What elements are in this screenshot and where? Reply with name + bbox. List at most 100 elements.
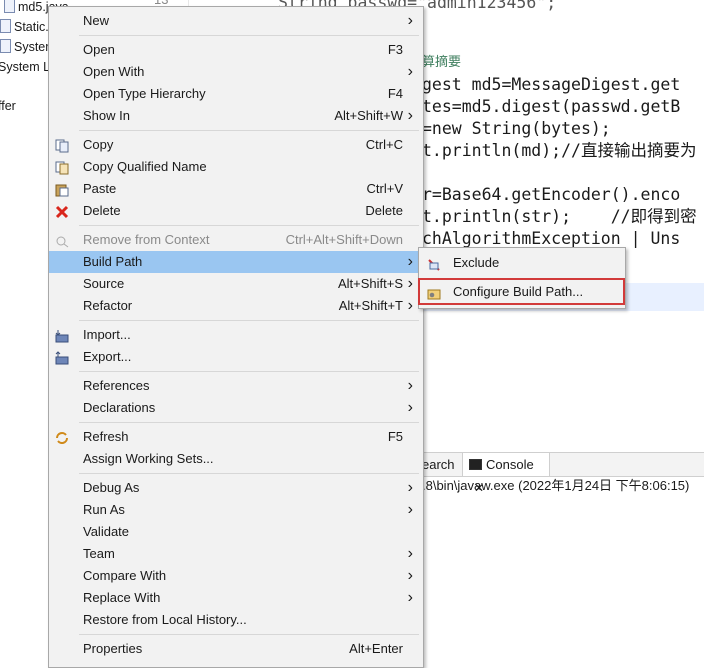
code-line: t.println(md);//直接输出摘要为 xyxy=(422,141,697,160)
menu-item-restore-from-local-history[interactable]: Restore from Local History... xyxy=(49,609,423,631)
menu-item-delete[interactable]: Delete Delete xyxy=(49,200,423,222)
explorer-item-static[interactable]: Static.j xyxy=(0,17,52,37)
menu-item-references[interactable]: References › xyxy=(49,375,423,397)
menu-item-open[interactable]: Open F3 xyxy=(49,39,423,61)
menu-item-refactor[interactable]: Refactor Alt+Shift+T › xyxy=(49,295,423,317)
menu-item-shortcut: Ctrl+Alt+Shift+Down xyxy=(285,232,403,247)
remove-context-icon xyxy=(55,233,69,248)
menu-separator xyxy=(79,473,419,474)
menu-item-label: Debug As xyxy=(83,480,140,495)
menu-item-new[interactable]: New › xyxy=(49,10,423,32)
menu-item-label: Open With xyxy=(83,64,145,79)
menu-separator xyxy=(79,422,419,423)
menu-separator xyxy=(79,130,419,131)
chevron-right-icon: › xyxy=(407,63,413,80)
java-file-icon xyxy=(4,0,15,13)
menu-item-shortcut: Alt+Enter xyxy=(349,641,403,656)
chevron-right-icon: › xyxy=(407,501,413,518)
menu-item-assign-working-sets[interactable]: Assign Working Sets... xyxy=(49,448,423,470)
menu-item-debug-as[interactable]: Debug As › xyxy=(49,477,423,499)
menu-item-label: Properties xyxy=(83,641,143,656)
code-line: gest md5=MessageDigest.get xyxy=(422,75,681,94)
delete-icon xyxy=(55,204,69,219)
menu-item-validate[interactable]: Validate xyxy=(49,521,423,543)
java-file-icon xyxy=(0,19,11,33)
menu-item-label: Validate xyxy=(83,524,130,539)
explorer-item-label: System L xyxy=(0,60,51,74)
menu-item-declarations[interactable]: Declarations › xyxy=(49,397,423,419)
menu-item-properties[interactable]: Properties Alt+Enter xyxy=(49,638,423,660)
chevron-right-icon: › xyxy=(407,589,413,606)
menu-item-label: Remove from Context xyxy=(83,232,210,247)
menu-item-run-as[interactable]: Run As › xyxy=(49,499,423,521)
menu-item-shortcut: F3 xyxy=(387,42,403,57)
menu-item-shortcut: Alt+Shift+S xyxy=(337,276,403,291)
chevron-right-icon: › xyxy=(407,545,413,562)
import-icon xyxy=(55,328,69,343)
explorer-item-system-lib[interactable]: System L xyxy=(0,57,50,77)
menu-item-paste[interactable]: Paste Ctrl+V xyxy=(49,178,423,200)
menu-item-compare-with[interactable]: Compare With › xyxy=(49,565,423,587)
chevron-right-icon: › xyxy=(407,479,413,496)
code-line: 算摘要 xyxy=(422,55,462,70)
code-line: =new String(bytes); xyxy=(422,119,611,138)
menu-item-open-type-hierarchy[interactable]: Open Type Hierarchy F4 xyxy=(49,83,423,105)
menu-item-shortcut: Alt+Shift+T xyxy=(338,298,403,313)
code-line: t.println(str); //即得到密 xyxy=(422,207,697,226)
configure-build-path-highlight-box xyxy=(418,278,625,305)
menu-item-label: Delete xyxy=(83,203,121,218)
menu-item-label: Refresh xyxy=(83,429,129,444)
refresh-icon xyxy=(55,430,69,444)
menu-item-copy-qualified-name[interactable]: Copy Qualified Name xyxy=(49,156,423,178)
tab-console[interactable]: Console ✕ xyxy=(462,453,550,495)
menu-item-team[interactable]: Team › xyxy=(49,543,423,565)
menu-item-label: Refactor xyxy=(83,298,133,313)
chevron-right-icon: › xyxy=(407,399,413,416)
chevron-right-icon: › xyxy=(407,567,413,584)
menu-separator xyxy=(79,225,419,226)
copy-icon xyxy=(55,138,69,153)
menu-item-shortcut: Ctrl+C xyxy=(365,137,403,152)
menu-item-shortcut: Ctrl+V xyxy=(366,181,403,196)
exclude-icon xyxy=(427,256,441,271)
java-file-icon xyxy=(0,39,11,53)
submenu-item-exclude[interactable]: Exclude xyxy=(419,251,625,275)
explorer-item-label: ffer xyxy=(0,99,16,113)
menu-item-label: Open xyxy=(83,42,115,57)
chevron-right-icon: › xyxy=(407,12,413,29)
menu-item-build-path[interactable]: Build Path › xyxy=(49,251,423,273)
chevron-right-icon: › xyxy=(407,275,413,292)
menu-item-replace-with[interactable]: Replace With › xyxy=(49,587,423,609)
tab-search[interactable]: earch xyxy=(422,453,455,476)
menu-item-import[interactable]: Import... xyxy=(49,324,423,346)
menu-item-shortcut: F4 xyxy=(387,86,403,101)
menu-separator xyxy=(79,320,419,321)
chevron-right-icon: › xyxy=(407,297,413,314)
menu-item-label: Copy xyxy=(83,137,114,152)
menu-item-label: Import... xyxy=(83,327,131,342)
console-icon xyxy=(469,459,482,470)
menu-separator xyxy=(79,371,419,372)
menu-item-show-in[interactable]: Show In Alt+Shift+W › xyxy=(49,105,423,127)
menu-item-label: Restore from Local History... xyxy=(83,612,247,627)
console-tab-bar: earch Console ✕ xyxy=(422,452,704,495)
menu-item-refresh[interactable]: Refresh F5 xyxy=(49,426,423,448)
menu-item-label: Paste xyxy=(83,181,117,196)
menu-item-label: New xyxy=(83,13,110,28)
menu-item-label: Source xyxy=(83,276,125,291)
menu-item-label: Replace With xyxy=(83,590,161,605)
menu-item-source[interactable]: Source Alt+Shift+S › xyxy=(49,273,423,295)
context-menu: New › Open F3 Open With › Open Type Hierarchy F… xyxy=(48,6,424,668)
export-icon xyxy=(55,350,69,365)
menu-item-shortcut: Alt+Shift+W xyxy=(334,108,403,123)
menu-item-shortcut: Delete xyxy=(365,203,403,218)
code-line: r=Base64.getEncoder().enco xyxy=(422,185,681,204)
menu-item-export[interactable]: Export... xyxy=(49,346,423,368)
menu-separator xyxy=(79,634,419,635)
menu-item-label: Copy Qualified Name xyxy=(83,159,207,174)
menu-item-open-with[interactable]: Open With › xyxy=(49,61,423,83)
console-output: .8\bin\javaw.exe (2022年1月24日 下午8:06:15) xyxy=(422,478,690,493)
menu-item-remove-from-context: Remove from Context Ctrl+Alt+Shift+Down xyxy=(49,229,423,251)
menu-item-copy[interactable]: Copy Ctrl+C xyxy=(49,134,423,156)
explorer-item-buffer[interactable]: ffer xyxy=(0,96,16,116)
